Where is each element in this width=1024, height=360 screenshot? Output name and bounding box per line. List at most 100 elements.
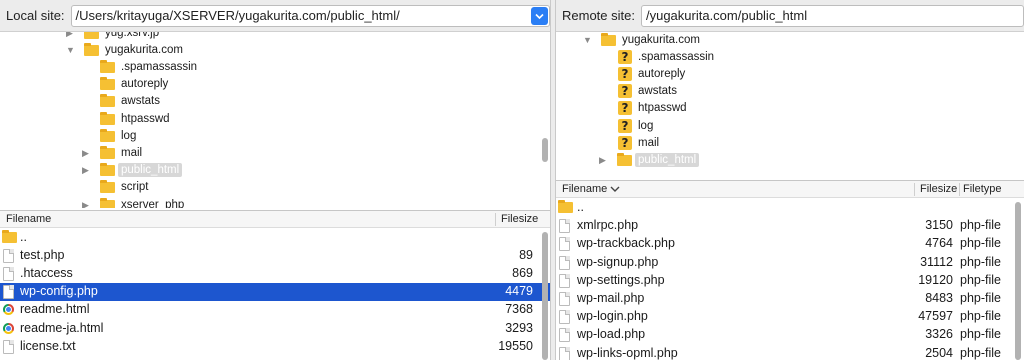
folder-shape (100, 145, 115, 159)
file-row[interactable]: license.txt 19550 (0, 338, 550, 356)
tree-item-htpasswd[interactable]: htpasswd (82, 110, 173, 127)
local-tree-scroll-thumb[interactable] (542, 138, 548, 162)
tree-item-awstats[interactable]: ? awstats (599, 83, 680, 100)
tree-item-log[interactable]: ? log (599, 117, 656, 134)
tree-item-label: htpasswd (121, 112, 170, 125)
tree-item-log[interactable]: log (82, 127, 139, 144)
local-col-filesize[interactable]: Filesize (501, 213, 538, 225)
file-name: wp-trackback.php (577, 236, 675, 251)
tree-item-autoreply[interactable]: ? autoreply (599, 65, 688, 82)
remote-path-combobox[interactable]: /yugakurita.com/public_html (640, 4, 1024, 27)
file-row[interactable]: wp-config.php 4479 (0, 283, 550, 302)
remote-col-filesize[interactable]: Filesize (920, 183, 957, 195)
local-pane: Local site: /Users/kritayuga/XSERVER/yug… (0, 0, 551, 360)
tree-item-label: log (638, 119, 654, 132)
expanded-arrow-icon[interactable]: ▼ (583, 35, 593, 45)
local-path-dropdown-button[interactable] (531, 6, 548, 25)
collapsed-arrow-icon[interactable]: ▶ (82, 165, 92, 175)
file-row[interactable]: wp-mail.php 8483 php-file (556, 290, 1024, 308)
file-row[interactable]: readme-ja.html 3293 (0, 320, 550, 338)
chevron-down-icon (535, 13, 544, 19)
tree-item-autoreply[interactable]: autoreply (82, 76, 171, 93)
folder-shape (84, 32, 99, 39)
tree-item-spamassassin[interactable]: ? .spamassassin (599, 48, 717, 65)
local-file-list[interactable]: .. test.php 89 .htaccess 869 wp-config.php 447… (0, 228, 550, 360)
tree-item-awstats[interactable]: awstats (82, 93, 163, 110)
collapsed-arrow-icon[interactable]: ▶ (82, 200, 92, 209)
tree-item-yug-xsrv-jp[interactable]: ▶ yug.xsrv.jp (66, 32, 162, 41)
remote-list-scrollbar[interactable] (1014, 200, 1023, 360)
tree-item-public-html[interactable]: ▶ public_html (599, 151, 700, 168)
chrome-html-icon (3, 304, 14, 316)
file-icon (3, 339, 14, 354)
file-row[interactable]: readme.html 7368 (0, 301, 550, 319)
file-row[interactable]: xmlrpc.php 3150 php-file (556, 217, 1024, 235)
tree-item-mail[interactable]: ? mail (599, 134, 662, 151)
file-name: test.php (20, 248, 65, 263)
tree-item-htpasswd[interactable]: ? htpasswd (599, 100, 690, 117)
file-row[interactable]: wp-login.php 47597 php-file (556, 308, 1024, 326)
tree-item-yugakurita-com[interactable]: ▼ yugakurita.com (66, 41, 186, 58)
local-tree-scrollbar[interactable] (541, 34, 550, 206)
tree-item-public-html[interactable]: ▶ public_html (82, 162, 183, 179)
remote-site-bar: Remote site: /yugakurita.com/public_html (556, 0, 1024, 32)
question-mark-icon: ? (618, 135, 632, 150)
folder-icon (100, 180, 116, 194)
column-divider[interactable] (495, 213, 496, 226)
remote-list-header: Filename Filesize Filetype (556, 180, 1024, 198)
tree-item-mail[interactable]: ▶ mail (82, 144, 145, 161)
folder-icon (100, 94, 116, 108)
file-row[interactable]: .. (556, 199, 1024, 217)
folder-icon (617, 152, 633, 167)
remote-list-scroll-thumb[interactable] (1015, 202, 1021, 360)
expanded-arrow-icon[interactable]: ▼ (66, 45, 76, 55)
collapsed-arrow-icon[interactable]: ▶ (82, 148, 92, 158)
column-divider[interactable] (914, 183, 915, 196)
remote-directory-tree[interactable]: ▼ yugakurita.com? .spamassassin? autoreply?… (556, 32, 1024, 177)
remote-col-filetype[interactable]: Filetype (963, 183, 1002, 195)
local-list-scroll-thumb[interactable] (542, 232, 548, 360)
file-row[interactable]: .htaccess 869 (0, 265, 550, 283)
file-row[interactable]: .. (0, 229, 550, 247)
local-list-scrollbar[interactable] (541, 230, 550, 360)
tree-item-spamassassin[interactable]: .spamassassin (82, 58, 200, 75)
file-size: 8483 (925, 291, 953, 305)
file-row[interactable]: test.php 89 (0, 247, 550, 265)
remote-file-list[interactable]: .. xmlrpc.php 3150 php-file wp-trackback.php… (556, 198, 1024, 360)
file-type: php-file (960, 236, 1001, 251)
column-divider[interactable] (959, 183, 960, 196)
local-directory-tree[interactable]: ▶ yug.xsrv.jp ▼ yugakurita.com .spamassassin… (0, 32, 550, 208)
tree-item-script[interactable]: script (82, 179, 151, 196)
file-row[interactable]: wp-load.php 3326 php-file (556, 326, 1024, 344)
folder-icon (100, 163, 116, 177)
unknown-folder-icon: ? (617, 118, 633, 133)
file-size: 47597 (918, 309, 953, 324)
local-site-label: Local site: (6, 8, 65, 23)
file-type: php-file (960, 309, 1001, 324)
collapsed-arrow-icon[interactable]: ▶ (599, 155, 609, 165)
folder-shape (601, 32, 616, 46)
tree-item-yugakurita-com[interactable]: ▼ yugakurita.com (583, 32, 703, 48)
remote-col-filename[interactable]: Filename (562, 183, 607, 195)
file-size: 89 (519, 248, 533, 263)
file-size: 19550 (498, 338, 533, 353)
folder-shape (100, 163, 115, 177)
file-row[interactable]: wp-settings.php 19120 php-file (556, 272, 1024, 290)
file-row[interactable]: wp-signup.php 31112 php-file (556, 254, 1024, 272)
local-col-filename[interactable]: Filename (6, 213, 51, 225)
local-path-combobox[interactable]: /Users/kritayuga/XSERVER/yugakurita.com/… (70, 4, 550, 27)
folder-shape (100, 128, 115, 142)
tree-item-xserver-php[interactable]: ▶ xserver_php (82, 196, 187, 208)
folder-shape (100, 94, 115, 108)
file-row[interactable]: wp-trackback.php 4764 php-file (556, 235, 1024, 253)
file-row[interactable]: wp-links-opml.php 2504 php-file (556, 345, 1024, 360)
folder-icon (2, 230, 18, 245)
tree-item-label: yugakurita.com (105, 43, 183, 56)
collapsed-arrow-icon[interactable]: ▶ (66, 32, 76, 38)
local-site-bar: Local site: /Users/kritayuga/XSERVER/yug… (0, 0, 550, 32)
file-size: 2504 (925, 345, 953, 360)
question-mark-icon: ? (618, 84, 632, 99)
